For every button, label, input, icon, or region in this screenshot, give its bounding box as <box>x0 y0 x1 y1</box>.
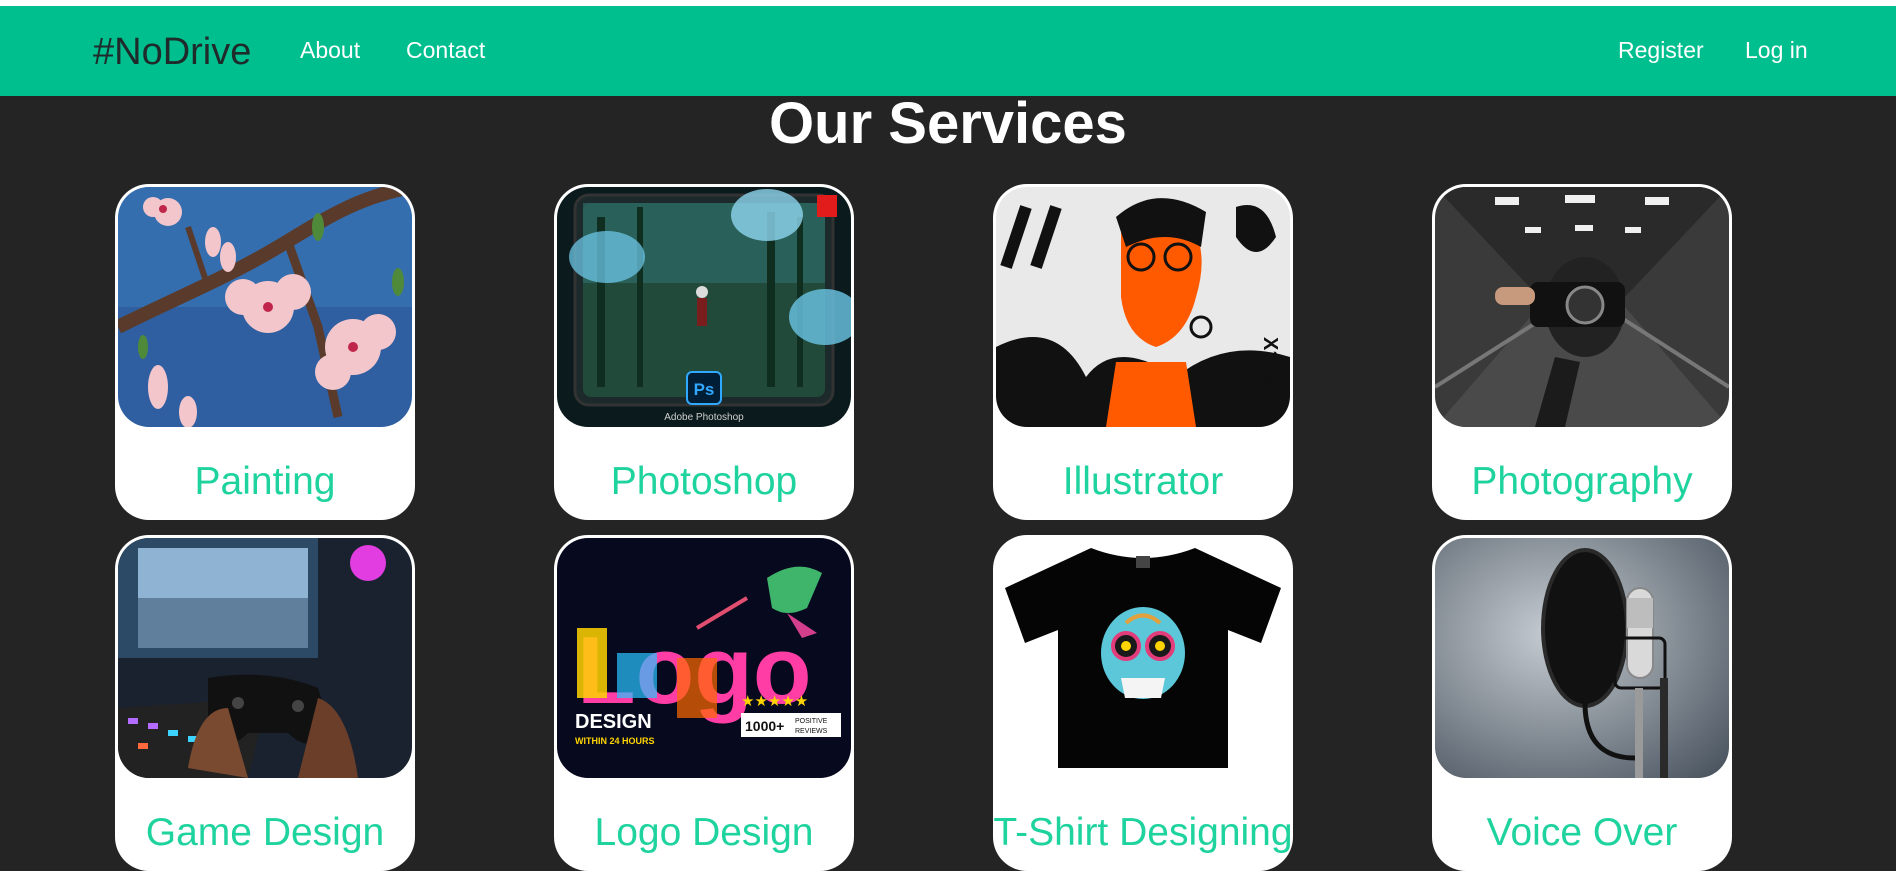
logo-image-reviews: REVIEWS <box>795 728 828 735</box>
service-label-illustrator: Illustrator <box>1062 460 1224 503</box>
logo-image-stars: ★★★★★ <box>741 692 808 710</box>
service-label-photoshop: Photoshop <box>610 460 798 503</box>
photoshop-image: Ps Adobe Photoshop <box>557 187 851 427</box>
game-design-image <box>118 538 412 778</box>
service-card-logo-design[interactable]: Logo DESIGN WITHIN 24 HOURS ★★★★★ 1000+ … <box>554 535 854 871</box>
logo-design-image: Logo DESIGN WITHIN 24 HOURS ★★★★★ 1000+ … <box>557 538 851 778</box>
service-label-painting: Painting <box>194 460 336 503</box>
service-card-tshirt-designing[interactable]: T-Shirt Designing <box>993 535 1293 871</box>
photoshop-caption: Adobe Photoshop <box>664 412 744 423</box>
illustrator-image: X100 <box>996 187 1290 427</box>
service-label-logo-design: Logo Design <box>594 811 814 854</box>
photoshop-badge-text: Ps <box>694 380 715 399</box>
service-card-game-design[interactable]: Game Design <box>115 535 415 871</box>
logo-image-positive: POSITIVE <box>795 718 828 725</box>
service-card-voice-over[interactable]: Voice Over <box>1432 535 1732 871</box>
logo-image-count: 1000+ <box>745 718 784 734</box>
service-label-photography: Photography <box>1471 460 1693 503</box>
service-label-game-design: Game Design <box>145 811 385 854</box>
logo-image-design: DESIGN <box>575 711 652 733</box>
service-label-voice-over: Voice Over <box>1486 811 1678 854</box>
tshirt-image <box>996 538 1290 778</box>
services-grid: Painting Ps Adobe Photoshop Photoshop X1… <box>0 0 1896 871</box>
service-card-photoshop[interactable]: Ps Adobe Photoshop Photoshop <box>554 184 854 520</box>
service-label-tshirt-designing: T-Shirt Designing <box>993 811 1293 854</box>
service-card-photography[interactable]: Photography <box>1432 184 1732 520</box>
page: #NoDrive About Contact Register Log in O… <box>0 0 1896 871</box>
photography-image <box>1435 187 1729 427</box>
voice-over-image <box>1435 538 1729 778</box>
logo-image-within: WITHIN 24 HOURS <box>575 736 655 746</box>
illustrator-image-text: X100 <box>1259 337 1281 384</box>
service-card-illustrator[interactable]: X100 Illustrator <box>993 184 1293 520</box>
service-card-painting[interactable]: Painting <box>115 184 415 520</box>
painting-image <box>118 187 412 427</box>
